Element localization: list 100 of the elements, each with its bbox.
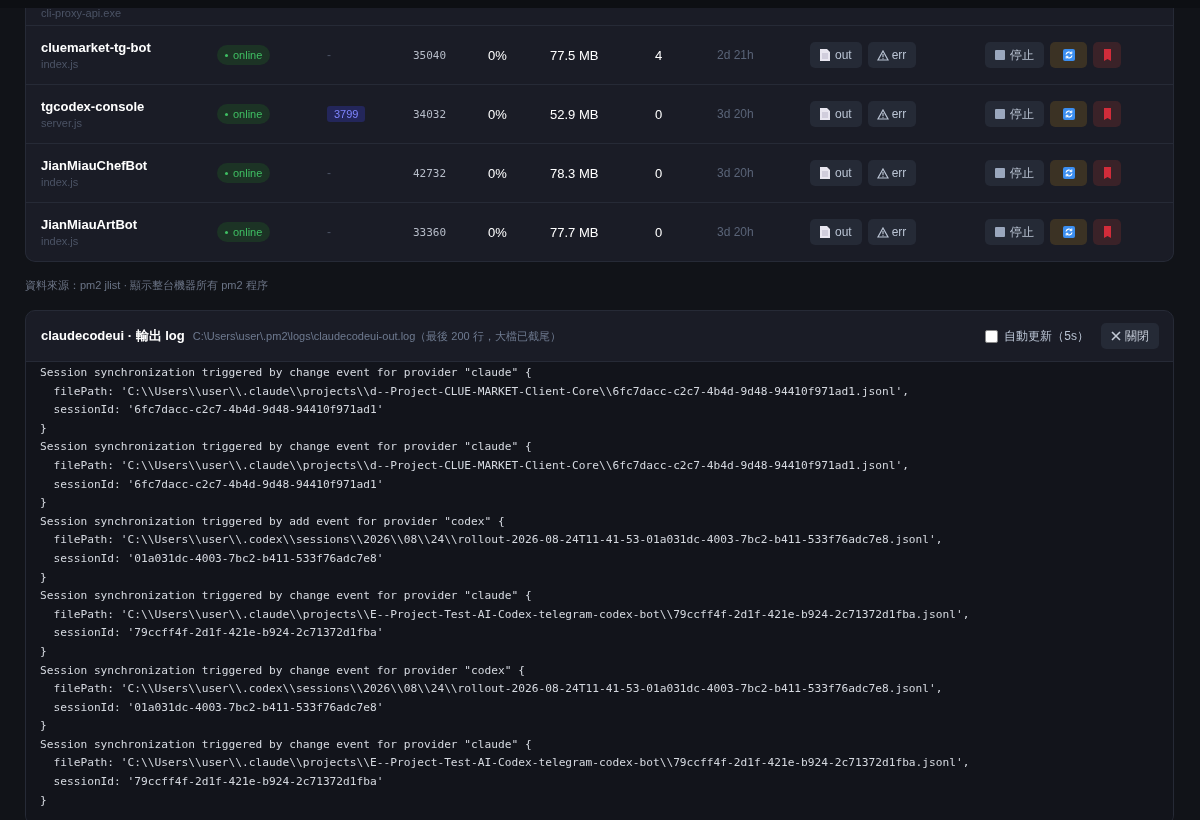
document-icon	[820, 167, 830, 179]
restart-button[interactable]	[1050, 101, 1087, 127]
log-line: sessionId: '79ccff4f-2d1f-421e-b924-2c71372d1fba'	[52, 625, 385, 642]
uptime-text: 2d 21h	[717, 48, 755, 62]
log-line: filePath: 'C:\\Users\\user\\.codex\\sessions\\2026\\08\\24\\rollout-2026-08-24T11-41-53-01a031dc-4003-7bc2-b411-533f76adc7e8.jsonl',	[52, 681, 944, 698]
source-note: 資料來源：pm2 jlist · 顯示整台機器所有 pm2 程序	[25, 279, 268, 291]
log-path: C:\Users\user\.pm2\logs\claudecodeui-out.log（最後 200 行，大檔已截尾）	[192, 328, 561, 344]
process-name: tgcodex-console	[41, 99, 146, 114]
port-text: -	[327, 48, 332, 62]
pid-text: 33360	[413, 225, 448, 239]
restart-button[interactable]	[1050, 160, 1087, 186]
auto-refresh-label: 自動更新（5s）	[1004, 327, 1089, 345]
pid-text: 42732	[413, 166, 448, 180]
out-log-button[interactable]: out	[810, 219, 862, 245]
document-icon	[820, 108, 830, 120]
log-line: }	[40, 569, 48, 586]
stop-icon	[995, 50, 1005, 60]
checkbox[interactable]	[985, 329, 999, 343]
memory-text: 52.9 MB	[550, 106, 600, 122]
status-badge: online	[217, 104, 271, 124]
stop-button[interactable]: 停止	[985, 42, 1044, 68]
cpu-text: 0%	[488, 47, 508, 63]
process-name: JianMiauArtBot	[41, 217, 139, 232]
log-line: sessionId: '01a031dc-4003-7bc2-b411-533f76adc7e8'	[52, 699, 385, 716]
script-name: index.js	[41, 176, 80, 188]
log-line: filePath: 'C:\\Users\\user\\.codex\\sessions\\2026\\08\\24\\rollout-2026-08-24T11-41-53-01a031dc-4003-7bc2-b411-533f76adc7e8.jsonl',	[52, 532, 944, 549]
log-line: sessionId: '6fc7dacc-c2c7-4b4d-9d48-94410f971ad1'	[52, 402, 385, 419]
log-line: }	[40, 792, 48, 809]
warning-icon	[876, 108, 889, 120]
document-icon	[820, 49, 830, 61]
log-line: Session synchronization triggered by change event for provider "claude" {	[40, 736, 533, 753]
memory-text: 78.3 MB	[550, 165, 600, 181]
stop-icon	[995, 109, 1005, 119]
status-badge: online	[217, 45, 271, 65]
process-name: JianMiauChefBot	[41, 158, 149, 173]
refresh-icon	[1062, 49, 1075, 61]
log-line: Session synchronization triggered by change event for provider "claude" {	[40, 439, 533, 456]
cpu-text: 0%	[488, 165, 508, 181]
restarts-text: 0	[654, 224, 664, 240]
err-log-button[interactable]: err	[867, 42, 917, 68]
port-text: -	[327, 166, 332, 180]
panel-title: claudecodeui · 輸出 log	[41, 327, 185, 345]
port-text: -	[327, 225, 332, 239]
warning-icon	[876, 167, 889, 179]
log-line: sessionId: '01a031dc-4003-7bc2-b411-533f76adc7e8'	[52, 550, 385, 567]
log-line: filePath: 'C:\\Users\\user\\.claude\\projects\\d--Project-CLUE-MARKET-Client-Core\\6fc7dacc-c2c7-4b4d-9d48-94410f971ad1.jsonl',	[52, 457, 910, 474]
out-log-button[interactable]: out	[810, 42, 862, 68]
script-name: cli-proxy-api.exe	[41, 8, 122, 19]
document-icon	[820, 226, 830, 238]
warning-icon	[876, 49, 889, 61]
log-line: }	[40, 420, 48, 437]
cpu-text: 0%	[488, 224, 508, 240]
script-name: index.js	[41, 58, 80, 70]
err-log-button[interactable]: err	[867, 160, 917, 186]
log-line: }	[40, 643, 48, 660]
err-log-button[interactable]: err	[867, 101, 917, 127]
warning-icon	[876, 226, 889, 238]
script-name: index.js	[41, 235, 80, 247]
log-line: Session synchronization triggered by change event for provider "claude" {	[40, 365, 533, 381]
log-line: }	[40, 718, 48, 735]
script-name: server.js	[41, 117, 83, 129]
delete-button[interactable]	[1093, 101, 1121, 127]
memory-text: 77.5 MB	[550, 47, 600, 63]
refresh-icon	[1062, 226, 1075, 238]
restarts-text: 0	[654, 106, 664, 122]
delete-button[interactable]	[1093, 160, 1121, 186]
uptime-text: 3d 20h	[717, 225, 755, 239]
log-line: sessionId: '79ccff4f-2d1f-421e-b924-2c71372d1fba'	[52, 774, 385, 791]
pid-text: 34032	[413, 107, 448, 121]
restarts-text: 0	[654, 165, 664, 181]
restart-button[interactable]	[1050, 42, 1087, 68]
log-line: filePath: 'C:\\Users\\user\\.claude\\projects\\E--Project-Test-AI-Codex-telegram-codex-bot\\79ccff4f-2d1f-421e-b924-2c71372d1fba.jsonl',	[52, 755, 971, 772]
log-line: sessionId: '6fc7dacc-c2c7-4b4d-9d48-94410f971ad1'	[52, 476, 385, 493]
stop-button[interactable]: 停止	[985, 160, 1044, 186]
restarts-text: 4	[654, 47, 664, 63]
log-line: Session synchronization triggered by add event for provider "codex" {	[40, 513, 506, 530]
refresh-icon	[1062, 167, 1075, 179]
log-line: filePath: 'C:\\Users\\user\\.claude\\projects\\d--Project-CLUE-MARKET-Client-Core\\6fc7dacc-c2c7-4b4d-9d48-94410f971ad1.jsonl',	[52, 383, 910, 400]
stop-icon	[995, 227, 1005, 237]
close-button[interactable]: 關閉	[1101, 323, 1159, 349]
uptime-text: 3d 20h	[717, 166, 755, 180]
delete-button[interactable]	[1093, 42, 1121, 68]
log-line: }	[40, 495, 48, 512]
process-name: cluemarket-tg-bot	[41, 40, 152, 55]
stop-button[interactable]: 停止	[985, 219, 1044, 245]
refresh-icon	[1062, 108, 1075, 120]
uptime-text: 3d 20h	[717, 107, 755, 121]
status-badge: online	[217, 222, 271, 242]
out-log-button[interactable]: out	[810, 160, 862, 186]
delete-button[interactable]	[1093, 219, 1121, 245]
out-log-button[interactable]: out	[810, 101, 862, 127]
err-log-button[interactable]: err	[867, 219, 917, 245]
stop-button[interactable]: 停止	[985, 101, 1044, 127]
memory-text: 77.7 MB	[550, 224, 600, 240]
restart-button[interactable]	[1050, 219, 1087, 245]
status-badge: online	[217, 163, 271, 183]
log-line: Session synchronization triggered by change event for provider "codex" {	[40, 662, 526, 679]
log-line: filePath: 'C:\\Users\\user\\.claude\\projects\\E--Project-Test-AI-Codex-telegram-codex-bot\\79ccff4f-2d1f-421e-b924-2c71372d1fba.jsonl',	[52, 606, 971, 623]
pid-text: 35040	[413, 48, 448, 62]
close-icon	[1111, 331, 1121, 341]
